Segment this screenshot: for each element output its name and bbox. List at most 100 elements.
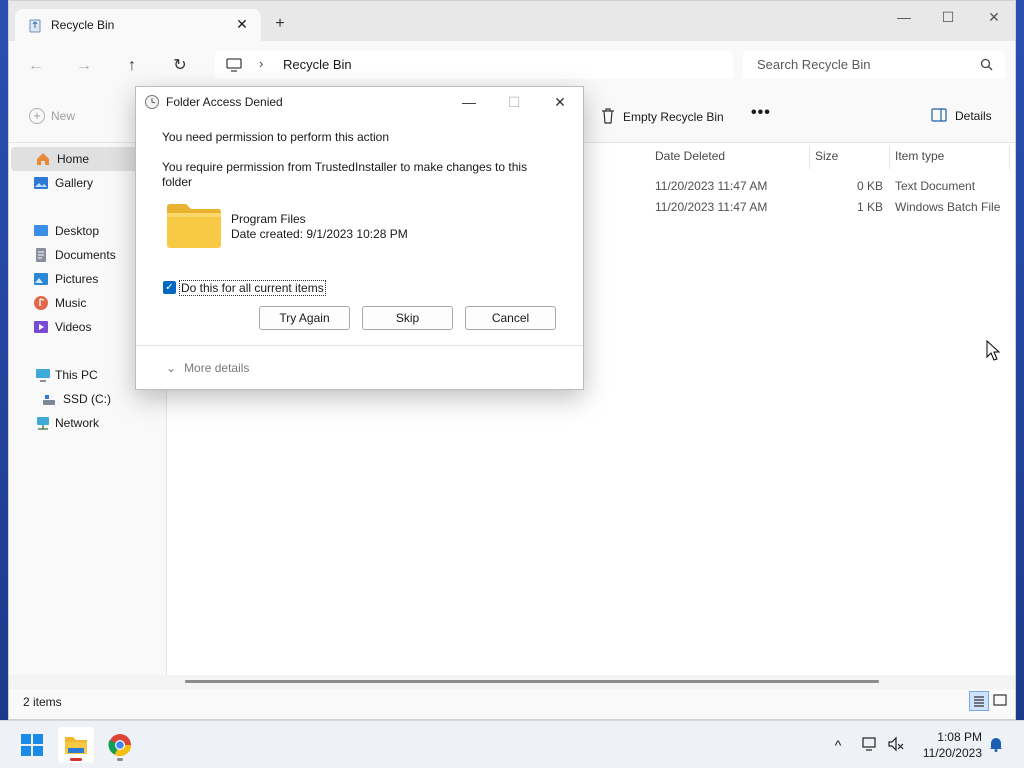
refresh-button[interactable]: ↻: [169, 55, 191, 77]
new-button[interactable]: + New: [29, 108, 75, 124]
column-separator[interactable]: [809, 145, 810, 169]
volume-tray-button[interactable]: [886, 735, 906, 755]
start-button[interactable]: [14, 727, 50, 763]
sidebar-label: Network: [55, 416, 100, 430]
network-status-icon: [862, 737, 876, 751]
file-explorer-taskbar-button[interactable]: [58, 727, 94, 763]
music-icon: [34, 296, 48, 310]
folder-access-denied-dialog: Folder Access Denied — ☐ ✕ You need perm…: [135, 86, 584, 390]
column-separator[interactable]: [889, 145, 890, 169]
column-header-size[interactable]: Size: [815, 149, 838, 163]
gallery-icon: [34, 177, 48, 189]
trustedinstaller-message: You require permission from TrustedInsta…: [162, 160, 528, 189]
mouse-cursor-icon: [986, 340, 1000, 361]
row-item-type: Windows Batch File: [895, 200, 1001, 214]
search-icon: [980, 58, 993, 71]
taskbar: ^ 1:08 PM 11/20/2023: [0, 720, 1024, 768]
up-button[interactable]: ↑: [121, 55, 143, 77]
row-size: 1 KB: [857, 200, 884, 214]
large-icons-view-button[interactable]: [991, 691, 1011, 711]
address-bar[interactable]: › Recycle Bin: [215, 51, 733, 79]
new-tab-button[interactable]: +: [271, 15, 289, 33]
bell-icon: [990, 738, 1002, 752]
more-options-button[interactable]: •••: [751, 104, 771, 122]
item-count: 2 items: [23, 695, 62, 709]
do-for-all-checkbox[interactable]: ✓: [163, 281, 176, 294]
network-tray-button[interactable]: [860, 735, 880, 755]
maximize-button[interactable]: ☐: [925, 7, 971, 27]
close-window-button[interactable]: ✕: [971, 7, 1017, 27]
notifications-button[interactable]: [986, 735, 1006, 755]
desktop-icon: [34, 225, 48, 236]
sidebar-label: Documents: [55, 248, 116, 262]
column-header-date-deleted[interactable]: Date Deleted: [655, 149, 725, 163]
windows-logo-icon: [21, 734, 43, 756]
clock-date: 11/20/2023: [922, 746, 982, 760]
show-hidden-icons-button[interactable]: ^: [828, 735, 848, 755]
videos-icon: [34, 321, 48, 333]
computer-icon: [226, 58, 242, 72]
minimize-button[interactable]: —: [881, 7, 927, 27]
column-header-item-type[interactable]: Item type: [895, 149, 944, 163]
breadcrumb-chevron-icon: ›: [259, 56, 264, 71]
back-button[interactable]: ←: [25, 55, 47, 77]
chrome-taskbar-button[interactable]: [102, 727, 138, 763]
new-label: New: [51, 109, 76, 123]
recycle-bin-icon: [29, 19, 41, 33]
sidebar-label: Desktop: [55, 224, 100, 238]
details-pane-button[interactable]: Details: [931, 108, 992, 123]
tab-bar: Recycle Bin ✕ + — ☐ ✕: [9, 1, 1015, 41]
network-icon: [37, 417, 49, 430]
tab-close-button[interactable]: ✕: [233, 15, 251, 33]
tab-recycle-bin[interactable]: Recycle Bin ✕: [15, 9, 261, 41]
volume-muted-icon: [888, 736, 904, 752]
sidebar-label: Home: [57, 152, 90, 166]
column-separator[interactable]: [1009, 145, 1010, 169]
empty-recycle-bin-button[interactable]: Empty Recycle Bin: [601, 108, 724, 124]
details-view-button[interactable]: [969, 691, 989, 711]
folder-date-created: Date created: 9/1/2023 10:28 PM: [231, 227, 408, 241]
empty-recycle-bin-label: Empty Recycle Bin: [623, 110, 724, 124]
tab-title: Recycle Bin: [51, 18, 115, 32]
sidebar-label: Pictures: [55, 272, 99, 286]
dialog-divider: [136, 345, 583, 346]
breadcrumb-recycle-bin[interactable]: Recycle Bin: [283, 57, 352, 72]
sidebar-label: SSD (C:): [63, 392, 111, 406]
status-bar: 2 items: [9, 689, 1015, 719]
active-indicator: [70, 758, 82, 761]
dialog-close-button[interactable]: ✕: [545, 91, 575, 113]
large-icons-view-icon: [993, 694, 1007, 706]
sidebar-item-ssd-c[interactable]: SSD (C:): [9, 387, 159, 411]
folder-icon: [167, 204, 221, 248]
row-date-deleted: 11/20/2023 11:47 AM: [655, 179, 768, 193]
sidebar-item-network[interactable]: Network: [9, 411, 159, 435]
documents-icon: [36, 248, 46, 262]
dialog-minimize-button[interactable]: —: [454, 91, 484, 113]
details-pane-icon: [931, 108, 947, 122]
clock[interactable]: 1:08 PM 11/20/2023: [920, 729, 982, 761]
clock-icon: [145, 95, 159, 109]
search-box[interactable]: Search Recycle Bin: [743, 51, 1005, 79]
drive-icon: [43, 395, 55, 405]
skip-button[interactable]: Skip: [362, 306, 453, 330]
search-input[interactable]: Search Recycle Bin: [757, 57, 870, 72]
sidebar-label: Videos: [55, 320, 92, 334]
more-details-button[interactable]: ⌄ More details: [166, 361, 249, 375]
try-again-button[interactable]: Try Again: [259, 306, 350, 330]
cancel-button[interactable]: Cancel: [465, 306, 556, 330]
trash-icon: [602, 108, 614, 124]
plus-icon: +: [29, 108, 45, 124]
dialog-title-bar[interactable]: Folder Access Denied — ☐ ✕: [136, 87, 583, 117]
sidebar-label: Gallery: [55, 176, 94, 190]
clock-time: 1:08 PM: [937, 730, 982, 744]
permission-message: You need permission to perform this acti…: [162, 130, 390, 144]
row-date-deleted: 11/20/2023 11:47 AM: [655, 200, 768, 214]
horizontal-scrollbar[interactable]: [185, 680, 879, 683]
pictures-icon: [34, 273, 48, 285]
forward-button[interactable]: →: [73, 55, 95, 77]
chevron-down-icon: ⌄: [166, 361, 177, 375]
details-label: Details: [955, 109, 992, 123]
details-view-icon: [974, 696, 984, 707]
do-for-all-label[interactable]: Do this for all current items: [179, 280, 326, 296]
row-size: 0 KB: [857, 179, 884, 193]
